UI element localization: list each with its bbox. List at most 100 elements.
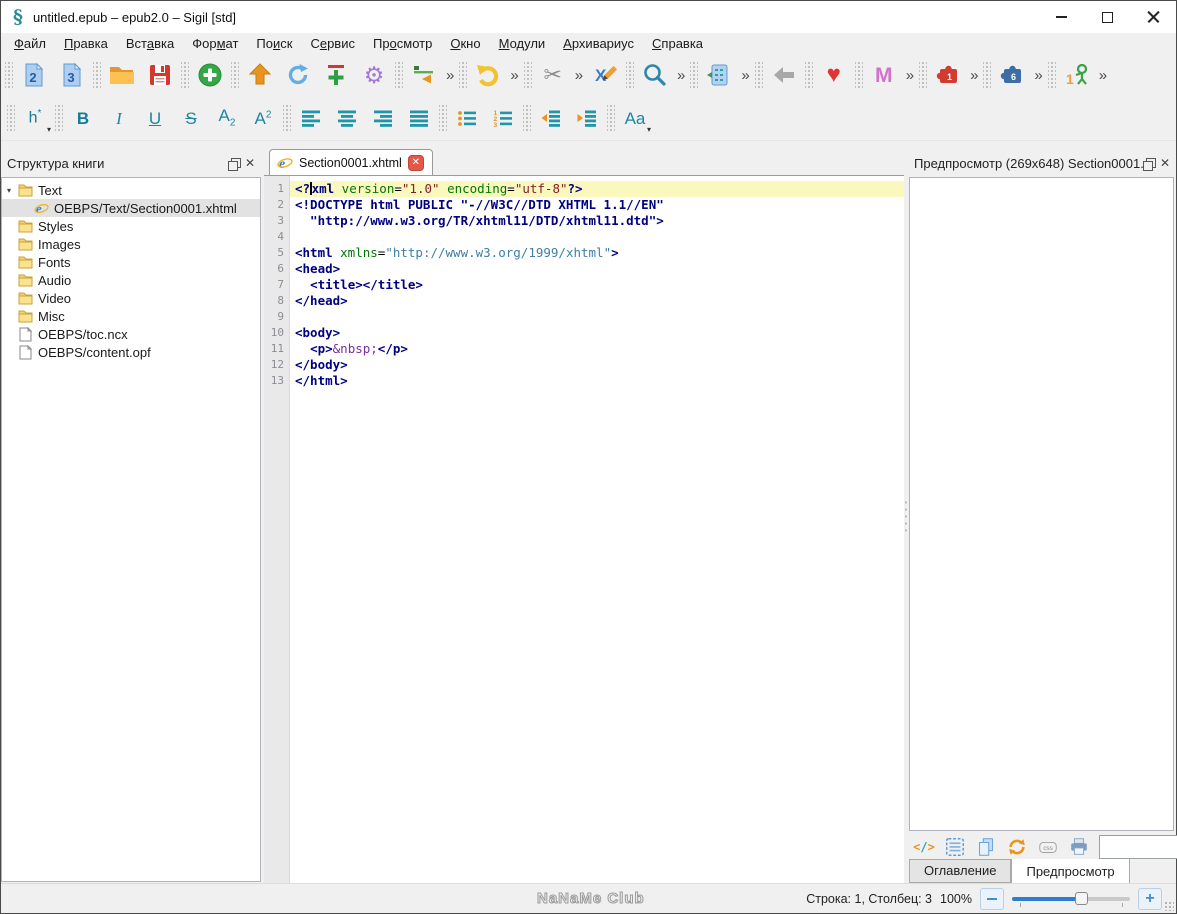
title-bar[interactable]: § untitled.epub – epub2.0 – Sigil [std] xyxy=(1,1,1176,33)
toolbar-overflow-button[interactable]: » xyxy=(1031,67,1045,84)
slider-thumb[interactable] xyxy=(1075,892,1088,905)
toolbar-overflow-button[interactable]: » xyxy=(738,67,752,84)
preview-search-input[interactable] xyxy=(1099,835,1177,859)
zoom-slider[interactable] xyxy=(1012,891,1130,907)
tree-item-0[interactable]: ▾Text xyxy=(2,181,260,199)
back-button[interactable] xyxy=(765,57,803,93)
float-dock-icon[interactable] xyxy=(1143,158,1154,169)
outdent-button[interactable] xyxy=(533,101,569,135)
menu-item-1[interactable]: Правка xyxy=(55,35,117,52)
plugin1-button[interactable]: 1 xyxy=(929,57,967,93)
menu-item-10[interactable]: Справка xyxy=(643,35,712,52)
settings-button[interactable]: ⚙ xyxy=(355,57,393,93)
new-epub2-button[interactable]: 2 xyxy=(15,57,53,93)
tab-close-button[interactable]: ✕ xyxy=(408,155,424,171)
code-line-4[interactable]: 4 xyxy=(264,229,904,245)
float-dock-icon[interactable] xyxy=(228,158,239,169)
expander-icon[interactable]: ▾ xyxy=(2,186,16,195)
find-replace-button[interactable] xyxy=(636,57,674,93)
save-button[interactable] xyxy=(141,57,179,93)
tree-item-7[interactable]: Misc xyxy=(2,307,260,325)
toolbar-overflow-button[interactable]: » xyxy=(572,67,586,84)
tree-item-1[interactable]: eOEBPS/Text/Section0001.xhtml xyxy=(2,199,260,217)
underline-button[interactable]: U xyxy=(137,101,173,135)
donate-button[interactable]: ♥ xyxy=(815,57,853,93)
tree-item-9[interactable]: OEBPS/content.opf xyxy=(2,343,260,361)
tab-section0001[interactable]: e Section0001.xhtml ✕ xyxy=(269,149,433,175)
copy-button[interactable] xyxy=(975,836,997,858)
toolbar-grip[interactable] xyxy=(626,62,634,88)
toolbar-grip[interactable] xyxy=(5,62,13,88)
menu-item-9[interactable]: Архивариус xyxy=(554,35,643,52)
well-formed-check-button[interactable]: X xyxy=(586,57,624,93)
toolbar-grip[interactable] xyxy=(983,62,991,88)
heading-style-button[interactable]: h* ▾ xyxy=(17,101,53,135)
tab-preview[interactable]: Предпросмотр xyxy=(1011,859,1129,885)
change-case-button[interactable]: Aa ▾ xyxy=(617,101,653,135)
open-button[interactable] xyxy=(103,57,141,93)
toolbar-grip[interactable] xyxy=(231,62,239,88)
new-epub3-button[interactable]: 3 xyxy=(53,57,91,93)
maximize-button[interactable] xyxy=(1084,1,1130,33)
toolbar-overflow-button[interactable]: » xyxy=(674,67,688,84)
code-line-5[interactable]: 5<html xmlns="http://www.w3.org/1999/xht… xyxy=(264,245,904,261)
tree-item-3[interactable]: Images xyxy=(2,235,260,253)
tree-item-5[interactable]: Audio xyxy=(2,271,260,289)
minimize-button[interactable] xyxy=(1038,1,1084,33)
toolbar-grip[interactable] xyxy=(439,105,447,131)
close-button[interactable] xyxy=(1130,1,1176,33)
code-line-11[interactable]: 11 <p>&nbsp;</p> xyxy=(264,341,904,357)
menu-item-6[interactable]: Просмотр xyxy=(364,35,441,52)
reload-button[interactable] xyxy=(279,57,317,93)
plugin6-button[interactable]: 6 xyxy=(993,57,1031,93)
toolbar-overflow-button[interactable]: » xyxy=(903,67,917,84)
undo-button[interactable] xyxy=(469,57,507,93)
toolbar-grip[interactable] xyxy=(524,62,532,88)
superscript-button[interactable]: A2 xyxy=(245,101,281,135)
toolbar-grip[interactable] xyxy=(523,105,531,131)
italic-button[interactable]: I xyxy=(101,101,137,135)
menu-item-7[interactable]: Окно xyxy=(441,35,489,52)
code-line-8[interactable]: 8</head> xyxy=(264,293,904,309)
align-right-button[interactable] xyxy=(365,101,401,135)
menu-item-4[interactable]: Поиск xyxy=(247,35,301,52)
toolbar-grip[interactable] xyxy=(395,62,403,88)
metadata-editor-button[interactable] xyxy=(700,57,738,93)
toolbar-grip[interactable] xyxy=(283,105,291,131)
align-center-button[interactable] xyxy=(329,101,365,135)
preview-viewport[interactable] xyxy=(909,177,1174,831)
insert-file-button[interactable] xyxy=(317,57,355,93)
print-button[interactable] xyxy=(1068,836,1090,858)
bullet-list-button[interactable] xyxy=(449,101,485,135)
toolbar-overflow-button[interactable]: » xyxy=(507,67,521,84)
tree-item-6[interactable]: Video xyxy=(2,289,260,307)
bold-button[interactable]: B xyxy=(65,101,101,135)
indent-button[interactable] xyxy=(569,101,605,135)
css-toggle-button[interactable]: css xyxy=(1037,836,1059,858)
inspect-code-button[interactable]: </> xyxy=(913,836,935,858)
split-at-cursor-button[interactable] xyxy=(405,57,443,93)
menu-item-8[interactable]: Модули xyxy=(490,35,555,52)
menu-item-5[interactable]: Сервис xyxy=(301,35,364,52)
select-all-button[interactable] xyxy=(944,836,966,858)
toolbar-grip[interactable] xyxy=(690,62,698,88)
toolbar-grip[interactable] xyxy=(181,62,189,88)
tree-item-8[interactable]: OEBPS/toc.ncx xyxy=(2,325,260,343)
code-line-9[interactable]: 9 xyxy=(264,309,904,325)
close-dock-icon[interactable]: ✕ xyxy=(1160,157,1170,169)
resize-grip[interactable] xyxy=(1164,901,1174,911)
close-dock-icon[interactable]: ✕ xyxy=(245,157,255,169)
code-line-7[interactable]: 7 <title></title> xyxy=(264,277,904,293)
toolbar-overflow-button[interactable]: » xyxy=(967,67,981,84)
code-line-1[interactable]: 1<?xml version="1.0" encoding="utf-8"?> xyxy=(264,181,904,197)
strikethrough-button[interactable]: S xyxy=(173,101,209,135)
code-line-2[interactable]: 2<!DOCTYPE html PUBLIC "-//W3C//DTD XHTM… xyxy=(264,197,904,213)
plugin-launcher-button[interactable]: 1 xyxy=(1058,57,1096,93)
add-file-button[interactable] xyxy=(191,57,229,93)
toolbar-grip[interactable] xyxy=(607,105,615,131)
code-line-12[interactable]: 12</body> xyxy=(264,357,904,373)
toolbar-grip[interactable] xyxy=(755,62,763,88)
add-existing-button[interactable] xyxy=(241,57,279,93)
marked-text-button[interactable]: M xyxy=(865,57,903,93)
code-editor[interactable]: 1<?xml version="1.0" encoding="utf-8"?>2… xyxy=(264,176,904,883)
